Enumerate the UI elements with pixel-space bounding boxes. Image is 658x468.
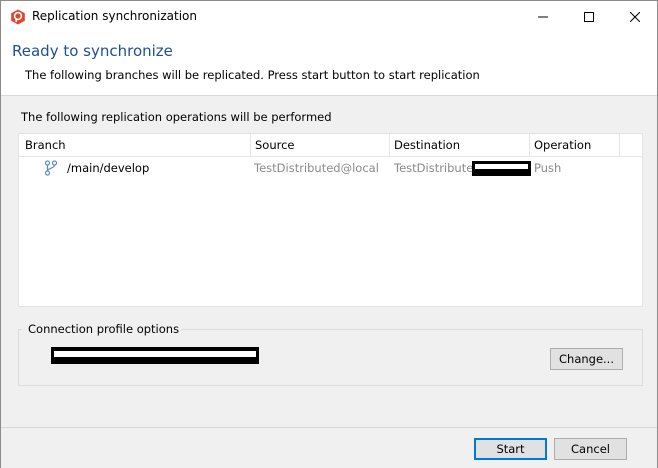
column-divider[interactable] xyxy=(529,134,530,156)
column-header-destination[interactable]: Destination xyxy=(394,134,460,156)
maximize-icon xyxy=(584,11,594,22)
change-button[interactable]: Change... xyxy=(550,348,623,370)
close-button[interactable] xyxy=(612,1,658,32)
connection-profile-legend: Connection profile options xyxy=(26,322,182,336)
table-row[interactable]: /main/develop TestDistributed@local Test… xyxy=(19,157,642,179)
title-bar[interactable]: Replication synchronization xyxy=(1,1,657,32)
column-divider[interactable] xyxy=(619,134,620,156)
redaction-bar xyxy=(51,347,259,364)
close-icon xyxy=(630,11,640,22)
replication-dialog: Replication synchronization Ready to syn… xyxy=(0,0,658,468)
column-divider[interactable] xyxy=(389,134,390,156)
cancel-button[interactable]: Cancel xyxy=(554,438,627,460)
maximize-button[interactable] xyxy=(566,1,612,32)
minimize-button[interactable] xyxy=(520,1,566,32)
page-title: Ready to synchronize xyxy=(12,42,173,60)
operations-label: The following replication operations wil… xyxy=(21,110,332,124)
row-branch: /main/develop xyxy=(67,161,150,175)
table-header: Branch Source Destination Operation xyxy=(19,134,642,157)
column-header-operation[interactable]: Operation xyxy=(534,134,591,156)
row-destination: TestDistributed xyxy=(394,161,481,175)
branch-icon xyxy=(44,160,58,176)
column-header-source[interactable]: Source xyxy=(255,134,295,156)
redaction-bar xyxy=(472,161,531,176)
start-button[interactable]: Start xyxy=(474,438,547,460)
wizard-header: Ready to synchronize The following branc… xyxy=(1,32,657,96)
column-divider[interactable] xyxy=(250,134,251,156)
window-title: Replication synchronization xyxy=(32,9,197,23)
page-subtitle: The following branches will be replicate… xyxy=(25,68,480,82)
row-operation: Push xyxy=(534,161,562,175)
plastic-scm-icon xyxy=(10,9,26,25)
minimize-icon xyxy=(538,16,548,17)
column-header-branch[interactable]: Branch xyxy=(25,134,66,156)
row-source: TestDistributed@local xyxy=(254,161,379,175)
operations-table[interactable]: Branch Source Destination Operation /mai… xyxy=(18,133,643,307)
